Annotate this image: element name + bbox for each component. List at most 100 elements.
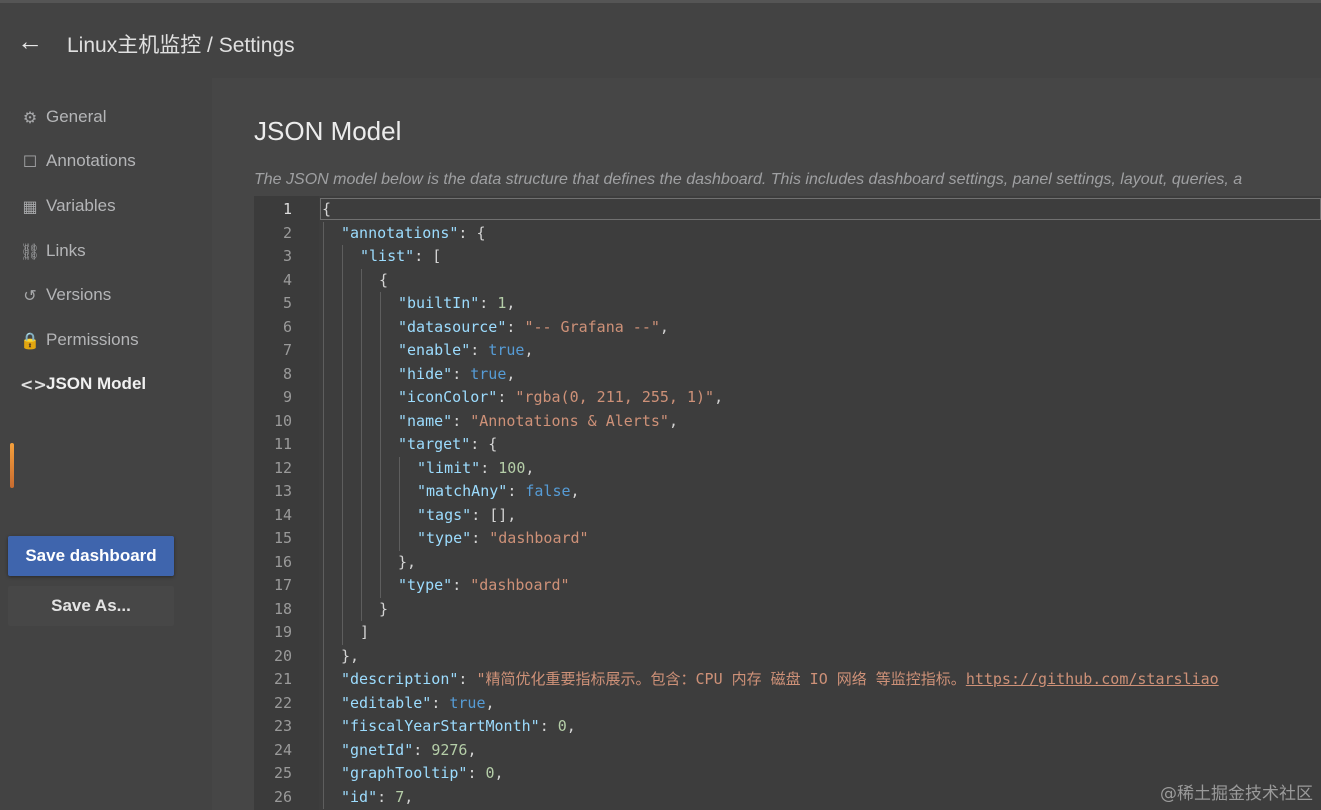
code-text: "id": 7, [341,786,413,810]
code-token: "editable" [341,693,432,712]
line-number: 14 [273,505,292,524]
code-token: , [524,341,534,359]
code-text: "builtIn": 1, [398,292,515,316]
code-token: 7 [395,787,405,806]
code-text: "annotations": { [341,222,486,246]
code-token: , [714,388,724,406]
code-line: 18} [254,598,1321,622]
line-number: 25 [273,764,292,782]
code-token: true [470,364,507,383]
breadcrumb: Linux主机监控 / Settings [67,34,295,57]
code-text: "graphTooltip": 0, [341,762,504,786]
code-line: 22 "editable": true, [254,692,1321,716]
sidebar-item-json-model[interactable]: <> JSON Model [0,366,200,402]
line-number: 8 [282,364,292,383]
top-bar: ← Linux主机监控 / Settings [0,0,1321,78]
code-token: "name" [398,411,453,430]
code-token: , [467,740,477,759]
code-token[interactable]: https://github.com/starsliao [966,670,1219,688]
line-number: 10 [273,411,292,430]
code-token: "dashboard" [489,529,589,547]
code-line: 13 "matchAny": false, [254,480,1321,504]
sidebar-item-annotations[interactable]: ☐ Annotations [0,143,200,179]
code-token: , [570,482,580,500]
code-text: }, [398,551,416,575]
code-text: "type": "dashboard" [398,574,570,598]
sidebar-item-general[interactable]: ⚙ General [0,99,200,135]
code-token: : [452,364,471,383]
indent-guide [361,268,362,621]
sidebar-item-permissions[interactable]: 🔒 Permissions [0,322,200,358]
code-token: "-- Grafana --" [524,317,660,336]
sliders-icon: ⚙ [22,107,38,127]
code-line: 5 "builtIn": 1, [254,292,1321,316]
code-token: : [458,670,477,688]
sidebar-item-label: JSON Model [46,374,147,393]
code-token: "hide" [398,364,453,383]
code-line: 12 "limit": 100, [254,457,1321,481]
code-token: , [485,693,495,712]
code-token: "rgba(0, 211, 255, 1)" [515,388,715,406]
code-token: true [449,693,486,712]
code-token: "fiscalYearStartMonth" [341,717,540,735]
code-token: false [525,482,571,500]
code-line: 6 "datasource": "-- Grafana --", [254,316,1321,340]
code-token: : [452,576,471,594]
code-text: "target": { [398,433,497,457]
code-token: "tags" [417,505,472,524]
code-token: , [506,364,516,383]
code-token: "datasource" [398,317,507,336]
sidebar-item-label: Variables [46,196,116,215]
code-token: 0 [485,764,495,782]
sidebar-item-versions[interactable]: ↺ Versions [0,277,200,313]
line-number: 22 [273,693,292,712]
code-line: 16}, [254,551,1321,575]
history-icon: ↺ [23,285,37,305]
back-arrow-icon[interactable]: ← [16,27,44,55]
code-text: { [379,269,388,293]
code-token: , [566,717,576,735]
current-line-highlight [320,198,1321,220]
code-token: "精简优化重要指标展示。包含：CPU 内存 磁盘 IO 网络 等监控指标。 [476,670,966,688]
sidebar-item-label: General [46,107,107,126]
code-text: "iconColor": "rgba(0, 211, 255, 1)", [398,386,723,410]
sidebar-item-label: Versions [46,285,112,304]
code-text: }, [341,645,359,669]
link-icon: ⛓ [20,241,41,261]
code-line: 24 "gnetId": 9276, [254,739,1321,763]
line-number: 24 [273,740,292,759]
sidebar-item-label: Permissions [46,330,139,349]
page-title: JSON Model [254,116,402,146]
code-token: }, [398,552,417,571]
line-number: 6 [282,317,292,336]
code-line: 9 "iconColor": "rgba(0, 211, 255, 1)", [254,386,1321,410]
json-editor[interactable]: 1{2 "annotations": {3 "list": [4{5 "builtIn… [254,196,1321,810]
comment-icon: ☐ [22,151,38,171]
code-token: "builtIn" [398,294,480,312]
code-token: : [470,341,489,359]
code-token: : [452,411,471,430]
code-token: 100 [498,458,526,477]
save-as-button[interactable]: Save As... [8,586,174,626]
code-token: "Annotations & Alerts" [470,411,669,430]
code-text: "datasource": "-- Grafana --", [398,316,669,340]
line-number: 21 [273,670,292,688]
code-line: 2 "annotations": { [254,222,1321,246]
code-line: 3 "list": [ [254,245,1321,269]
code-token: "annotations" [341,223,459,242]
code-token: { [379,270,389,289]
code-token: "id" [341,787,378,806]
code-token: "description" [341,670,459,688]
save-dashboard-button[interactable]: Save dashboard [8,536,174,576]
sidebar-item-links[interactable]: ⛓ Links [0,233,200,269]
settings-sidebar: ⚙ General ☐ Annotations ▦ Variables ⛓ Links ↺ Ver… [0,78,212,810]
code-text: "editable": true, [341,692,495,716]
sidebar-item-variables[interactable]: ▦ Variables [0,188,200,224]
code-token: , [404,787,414,806]
code-text: "limit": 100, [417,457,534,481]
code-token: : { [470,435,498,453]
code-line: 1{ [254,198,1321,222]
code-token: { [322,200,332,218]
code-token: , [506,294,516,312]
code-token: : [507,482,526,500]
